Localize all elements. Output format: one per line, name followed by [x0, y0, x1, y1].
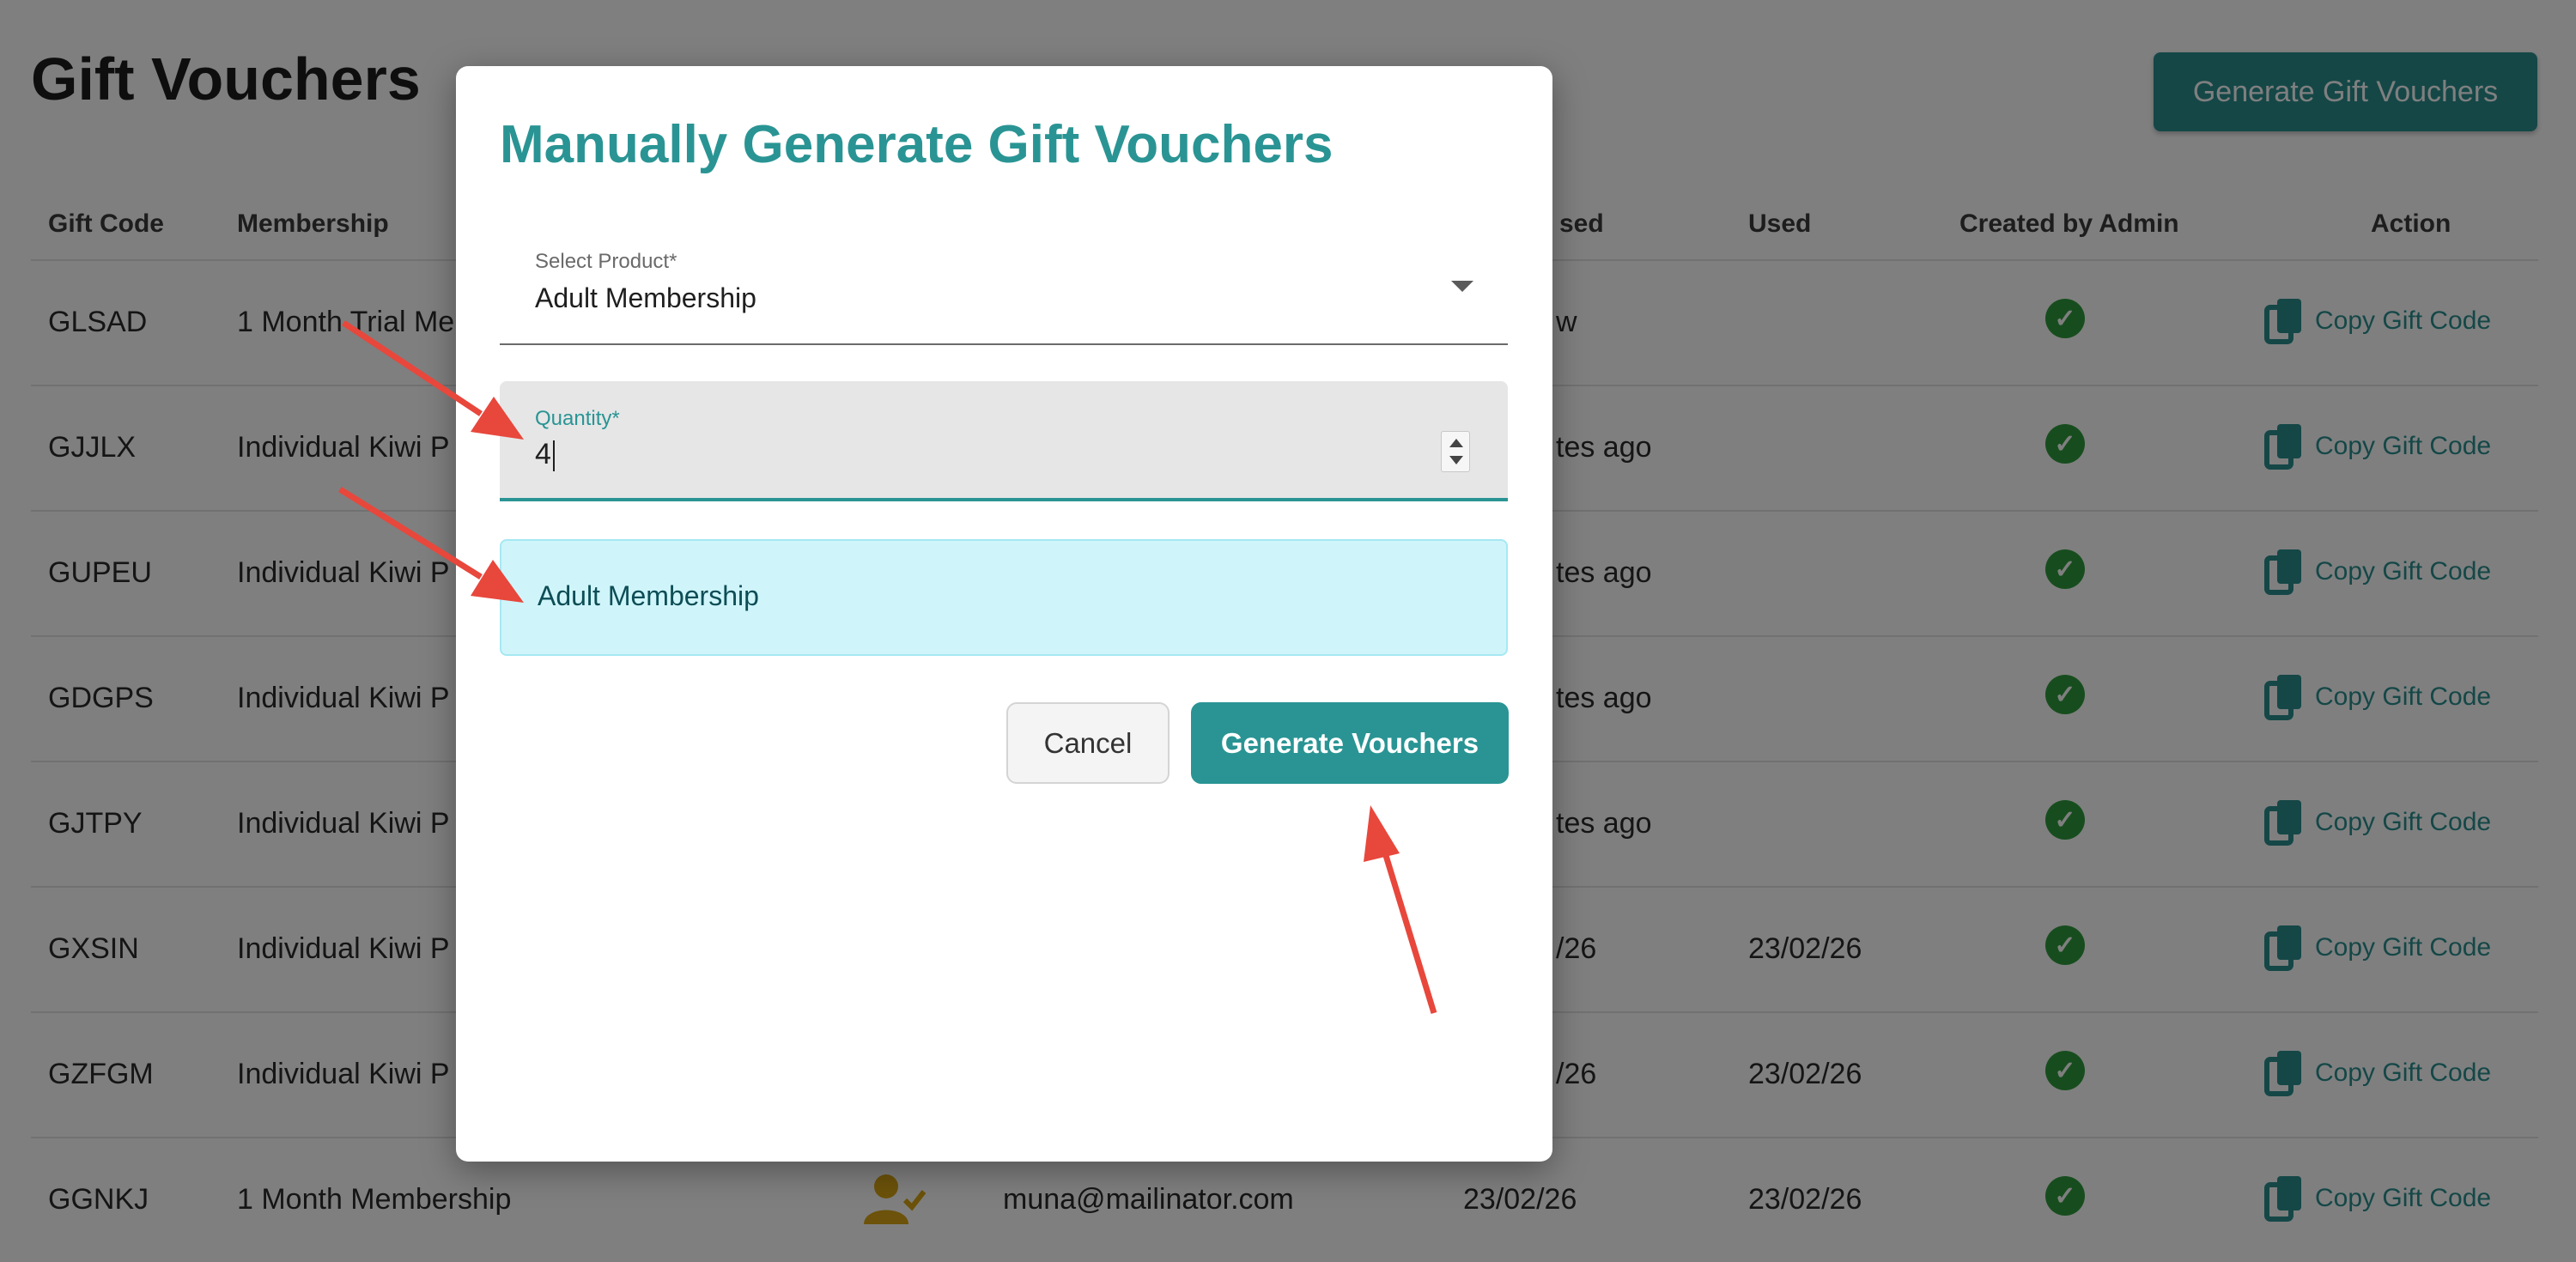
quantity-input[interactable]: 4	[535, 438, 555, 472]
quantity-label: Quantity*	[535, 407, 620, 430]
stepper-up-icon[interactable]	[1449, 439, 1463, 447]
text-cursor	[552, 440, 555, 472]
product-select-value: Adult Membership	[535, 282, 756, 313]
cancel-button[interactable]: Cancel	[1006, 702, 1170, 784]
stepper-down-icon[interactable]	[1449, 456, 1463, 464]
quantity-stepper[interactable]	[1441, 431, 1470, 472]
dialog-title: Manually Generate Gift Vouchers	[500, 115, 1334, 174]
quantity-value: 4	[535, 438, 551, 470]
quantity-field[interactable]: Quantity* 4	[500, 381, 1508, 501]
product-select[interactable]: Select Product* Adult Membership	[500, 238, 1508, 345]
info-text: Adult Membership	[538, 580, 759, 611]
dropdown-arrow-icon[interactable]	[1451, 281, 1473, 292]
generate-vouchers-button[interactable]: Generate Vouchers	[1191, 702, 1509, 784]
selected-product-info: Adult Membership	[500, 539, 1508, 656]
product-select-label: Select Product*	[535, 250, 677, 273]
generate-vouchers-dialog: Manually Generate Gift Vouchers Select P…	[456, 66, 1552, 1162]
